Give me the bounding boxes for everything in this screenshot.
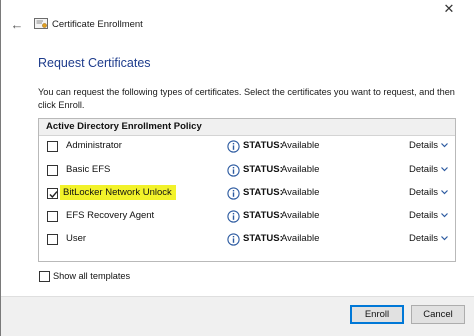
template-name: Administrator [66,140,122,151]
status-value: Available [281,164,320,175]
status-key: STATUS: [243,140,283,151]
title-bar: ← Certificate Enrollment ✕ [1,0,474,38]
enroll-button[interactable]: Enroll [350,305,404,324]
info-icon [227,187,240,200]
details-link[interactable]: Details [409,164,438,175]
show-all-label: Show all templates [53,271,131,281]
template-name: BitLocker Network Unlock [60,185,176,200]
certificate-enrollment-window: ← Certificate Enrollment ✕ Request Certi… [0,0,474,336]
info-icon [227,140,240,153]
certificate-icon [34,18,48,29]
status-key: STATUS: [243,233,283,244]
page-title: Request Certificates [38,56,151,70]
certificate-list: Active Directory Enrollment Policy Admin… [38,118,456,262]
certificate-row[interactable]: Basic EFS STATUS: Available Details [39,160,455,182]
show-all-templates[interactable]: Show all templates [39,270,169,284]
status-value: Available [281,210,320,221]
certificate-row[interactable]: Administrator STATUS: Available Details [39,136,455,158]
details-link[interactable]: Details [409,187,438,198]
template-checkbox[interactable] [47,165,58,176]
info-icon [227,233,240,246]
page-description: You can request the following types of c… [38,87,455,110]
show-all-checkbox[interactable] [39,271,50,282]
status-value: Available [281,140,320,151]
status-key: STATUS: [243,210,283,221]
policy-group-header: Active Directory Enrollment Policy [39,119,455,136]
template-checkbox[interactable] [47,211,58,222]
close-icon[interactable]: ✕ [437,0,461,18]
chevron-down-icon[interactable] [441,189,448,195]
template-name: User [66,233,87,244]
status-key: STATUS: [243,187,283,198]
window-title: Certificate Enrollment [52,19,143,30]
dialog-footer: Enroll Cancel [1,296,474,336]
template-name: Basic EFS [66,164,111,175]
back-arrow-icon[interactable]: ← [10,18,24,32]
policy-group-label: Active Directory Enrollment Policy [46,121,202,132]
chevron-down-icon[interactable] [441,235,448,241]
certificate-row[interactable]: User STATUS: Available Details [39,229,455,251]
status-value: Available [281,233,320,244]
template-name: EFS Recovery Agent [66,210,155,221]
certificate-row[interactable]: BitLocker Network Unlock STATUS: Available… [39,183,455,205]
info-icon [227,164,240,177]
cancel-button[interactable]: Cancel [411,305,465,324]
details-link[interactable]: Details [409,233,438,244]
status-value: Available [281,187,320,198]
template-checkbox[interactable] [47,141,58,152]
chevron-down-icon[interactable] [441,166,448,172]
template-checkbox[interactable] [47,188,58,199]
details-link[interactable]: Details [409,140,438,151]
chevron-down-icon[interactable] [441,142,448,148]
certificate-row[interactable]: EFS Recovery Agent STATUS: Available Detail… [39,206,455,228]
details-link[interactable]: Details [409,210,438,221]
chevron-down-icon[interactable] [441,212,448,218]
template-checkbox[interactable] [47,234,58,245]
status-key: STATUS: [243,164,283,175]
info-icon [227,210,240,223]
